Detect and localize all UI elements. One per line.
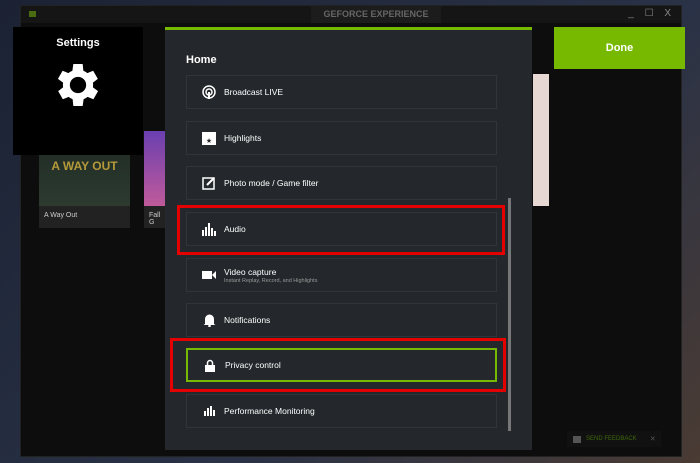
camera-icon xyxy=(201,267,217,283)
menu-item-broadcast-live[interactable]: Broadcast LIVE xyxy=(186,75,497,109)
menu-item-video-capture[interactable]: Video capture Instant Replay, Record, and… xyxy=(186,258,497,292)
menu-item-label: Video capture xyxy=(224,266,277,277)
title-bar: GEFORCE EXPERIENCE _ ☐ X xyxy=(21,6,681,23)
game-art xyxy=(144,131,166,206)
settings-header: Settings xyxy=(13,27,143,155)
menu-item-label: Notifications xyxy=(224,315,271,325)
done-button[interactable]: Done xyxy=(554,27,685,69)
window-controls[interactable]: _ ☐ X xyxy=(628,8,675,19)
gear-icon xyxy=(57,64,99,106)
close-icon[interactable]: ✕ xyxy=(650,435,656,443)
menu-item-label: Broadcast LIVE xyxy=(224,87,284,97)
menu-item-notifications[interactable]: Notifications xyxy=(186,303,497,337)
feedback-label: SEND FEEDBACK xyxy=(586,436,637,442)
menu-item-performance-monitoring[interactable]: Performance Monitoring xyxy=(186,394,497,428)
send-feedback-button[interactable]: SEND FEEDBACK ✕ xyxy=(567,431,661,447)
chat-icon xyxy=(573,435,581,443)
settings-title: Settings xyxy=(56,37,100,49)
menu-item-photo-mode[interactable]: Photo mode / Game filter xyxy=(186,166,497,200)
section-heading: Home xyxy=(186,54,217,66)
broadcast-icon xyxy=(201,84,217,100)
menu-item-label: Performance Monitoring xyxy=(224,406,315,416)
game-name: Fall G xyxy=(149,212,161,226)
highlight-box-audio xyxy=(177,205,505,255)
bell-icon xyxy=(201,312,217,328)
menu-item-subtitle: Instant Replay, Record, and Highlights xyxy=(224,277,318,284)
menu-item-label: Photo mode / Game filter xyxy=(224,178,319,188)
game-name: A Way Out xyxy=(44,212,78,219)
photo-edit-icon xyxy=(201,175,217,191)
clapper-icon: ★ xyxy=(201,130,217,146)
game-tile[interactable] xyxy=(533,74,549,206)
nvidia-logo-icon xyxy=(29,11,36,17)
scrollbar[interactable] xyxy=(508,198,511,431)
menu-item-label: Highlights xyxy=(224,133,262,143)
svg-text:★: ★ xyxy=(206,137,212,145)
bar-chart-icon xyxy=(201,403,217,419)
window-title: GEFORCE EXPERIENCE xyxy=(311,6,441,23)
highlight-box-privacy xyxy=(170,338,506,392)
menu-item-highlights[interactable]: ★ Highlights xyxy=(186,121,497,155)
game-tile[interactable]: Fall G xyxy=(144,131,166,228)
